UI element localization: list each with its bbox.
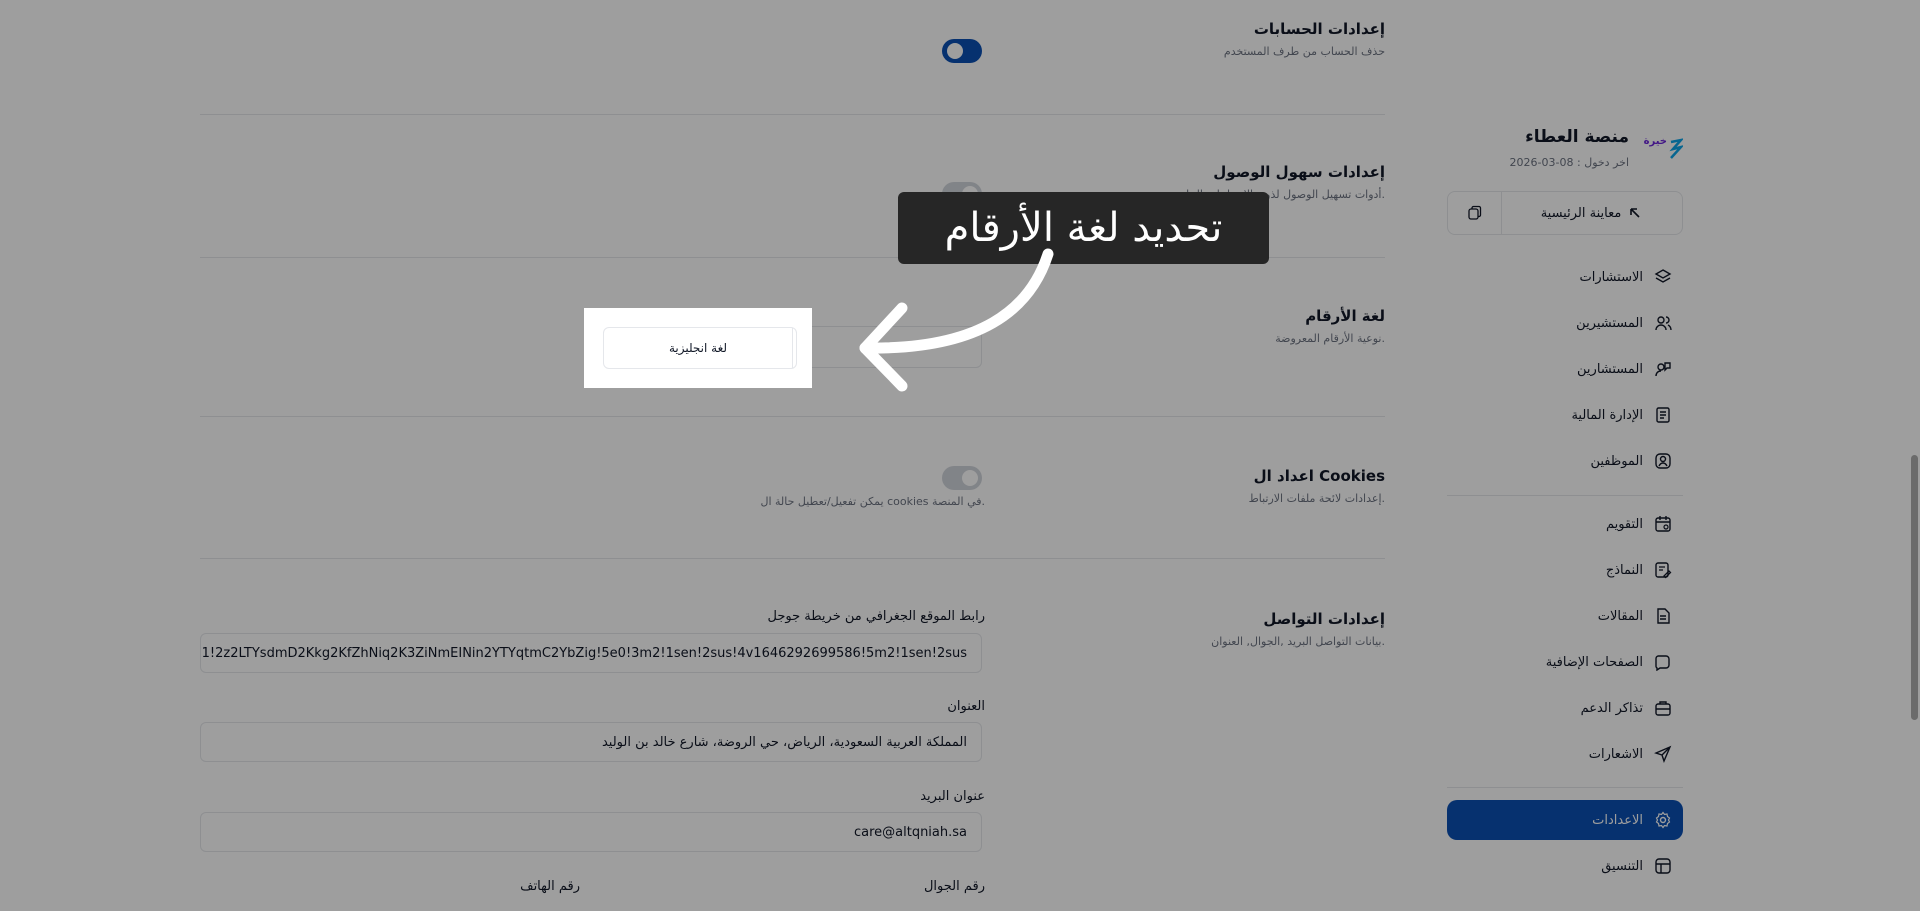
- page-scrollbar[interactable]: [1908, 0, 1920, 911]
- spotlight-highlight: لغة انجليزية: [584, 308, 812, 388]
- dropdown-divider: [792, 328, 793, 368]
- curved-arrow-icon: [859, 248, 1054, 392]
- scroll-thumb[interactable]: [1911, 455, 1918, 720]
- english-numbers-option[interactable]: لغة انجليزية: [604, 328, 792, 368]
- numbers-language-dropdown[interactable]: لغة انجليزية: [603, 327, 797, 369]
- tutorial-overlay: [0, 0, 1920, 911]
